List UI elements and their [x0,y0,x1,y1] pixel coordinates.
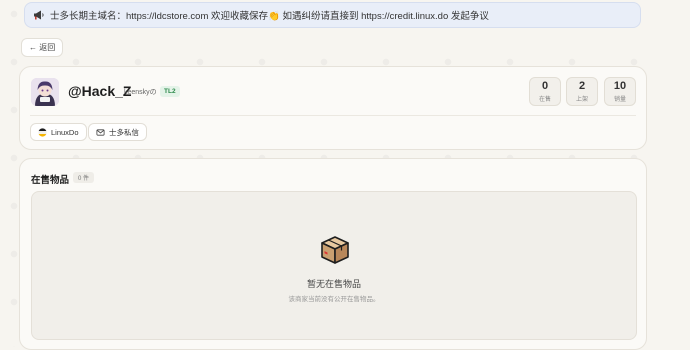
linuxdo-icon [38,127,47,137]
section-title: 在售物品 [31,175,70,186]
divider [30,115,636,116]
banner-text: 士多长期主域名：https://ldcstore.com 欢迎收藏保存👏 如遇纠… [50,11,489,22]
username: @Hack_Z [68,83,132,99]
profile-card: @Hack_Z keenskyの TL2 0 在售 2 上架 10 销量 Lin… [19,66,647,150]
back-button[interactable]: ← 返回 [21,38,64,57]
mail-icon [96,128,105,137]
empty-title: 暂无在售物品 [306,279,361,289]
private-message-link[interactable]: 士多私信 [88,123,147,141]
stat-on-sale: 0 在售 [529,77,561,106]
trust-level-badge: TL2 [160,86,180,97]
item-count-badge: 0 件 [73,172,95,183]
linuxdo-link[interactable]: LinuxDo [30,123,87,141]
listing-card: 在售物品 0 件 暂无在售物品 该商家当前没有公开在售物品。 [19,158,647,350]
empty-state: 暂无在售物品 该商家当前没有公开在售物品。 [31,191,637,340]
stat-listed: 2 上架 [566,77,598,106]
package-icon [319,234,351,266]
empty-subtitle: 该商家当前没有公开在售物品。 [288,296,380,303]
megaphone-icon [33,9,45,21]
stat-sales: 10 销量 [604,77,636,106]
avatar [31,78,59,106]
nickname: keenskyの [124,89,157,96]
announcement-banner: 士多长期主域名：https://ldcstore.com 欢迎收藏保存👏 如遇纠… [24,2,641,28]
